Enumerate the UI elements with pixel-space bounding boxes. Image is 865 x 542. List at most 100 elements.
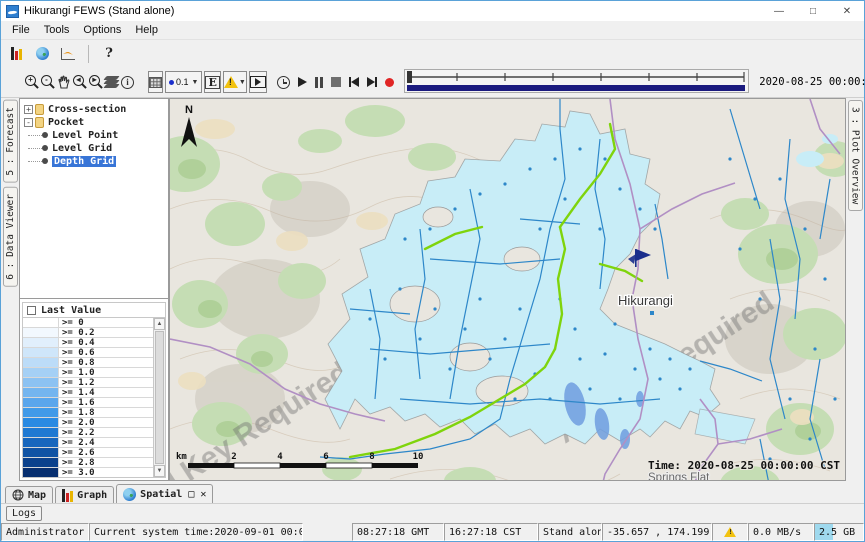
folder-icon — [35, 104, 44, 115]
minimize-button[interactable]: — — [762, 1, 796, 21]
legend-row[interactable]: >= 2.4 — [23, 438, 153, 448]
tree-expander-icon[interactable]: + — [24, 105, 33, 114]
menu-options[interactable]: Options — [76, 24, 128, 36]
town-point — [650, 311, 654, 315]
zoom-out-icon[interactable]: - — [41, 71, 55, 93]
tree-item-cross-section[interactable]: +Cross-section — [24, 103, 168, 115]
toolbar-separator — [88, 45, 89, 63]
tab-plot-overview[interactable]: 3 : Plot Overview — [848, 100, 863, 211]
legend-swatch — [23, 408, 59, 417]
tab-forecast[interactable]: 5 : Forecast — [3, 100, 18, 183]
stop-icon[interactable] — [331, 71, 341, 93]
main-toolbar: ? — [1, 40, 864, 67]
menu-tools[interactable]: Tools — [37, 24, 77, 36]
time-slider[interactable] — [404, 69, 749, 96]
legend-label: >= 0.6 — [59, 348, 153, 357]
menu-file[interactable]: File — [5, 24, 37, 36]
status-warning-cell[interactable] — [712, 523, 748, 541]
logs-button[interactable]: Logs — [6, 506, 42, 521]
legend-row[interactable]: >= 1.6 — [23, 398, 153, 408]
logs-row: Logs — [1, 503, 864, 523]
legend-row[interactable]: >= 2.8 — [23, 458, 153, 468]
legend-row[interactable]: >= 0.8 — [23, 358, 153, 368]
svg-text:10: 10 — [413, 452, 424, 462]
legend-row[interactable]: >= 1.0 — [23, 368, 153, 378]
legend-scrollbar[interactable]: ▲ ▼ — [153, 318, 165, 477]
pan-hand-icon[interactable] — [57, 71, 71, 93]
legend-swatch — [23, 318, 59, 327]
help-button[interactable]: ? — [98, 43, 120, 65]
status-local-time: 16:27:18 CST — [444, 523, 538, 541]
tree-item-depth-grid[interactable]: Depth Grid — [24, 155, 168, 167]
tree-expander-icon[interactable]: - — [24, 118, 33, 127]
play-icon[interactable] — [298, 71, 307, 93]
legend-row[interactable]: >= 2.2 — [23, 428, 153, 438]
globe-icon[interactable] — [31, 43, 53, 65]
legend-row[interactable]: >= 0.6 — [23, 348, 153, 358]
zoom-previous-icon[interactable]: ◂ — [73, 71, 87, 93]
info-icon[interactable]: i — [121, 71, 134, 93]
scroll-thumb[interactable] — [155, 331, 164, 464]
legend-row[interactable]: >= 0.4 — [23, 338, 153, 348]
tab-data-viewer[interactable]: 6 : Data Viewer — [3, 187, 18, 287]
right-tab-strip: 3 : Plot Overview — [846, 98, 864, 484]
database-bars-icon[interactable] — [5, 43, 27, 65]
set-time-icon[interactable] — [277, 71, 290, 93]
threshold-dropdown[interactable]: 0.1 ▼ — [165, 71, 202, 93]
legend-row[interactable]: >= 2.6 — [23, 448, 153, 458]
step-back-icon[interactable] — [349, 71, 359, 93]
grid-icon[interactable] — [148, 71, 163, 93]
legend-row[interactable]: >= 2.0 — [23, 418, 153, 428]
pause-icon[interactable] — [315, 71, 324, 93]
legend-label: >= 2.0 — [59, 418, 153, 427]
window-title: Hikurangi FEWS (Stand alone) — [24, 5, 174, 17]
tab-map[interactable]: Map — [5, 486, 53, 503]
legend-swatch — [23, 348, 59, 357]
animation-icon[interactable] — [249, 71, 267, 93]
status-memory[interactable]: 2.5 GB — [814, 523, 864, 541]
tab-maximize-icon[interactable]: □ — [188, 489, 194, 500]
legend-row[interactable]: >= 1.4 — [23, 388, 153, 398]
legend-row[interactable]: >= 0 — [23, 318, 153, 328]
menu-help[interactable]: Help — [128, 24, 165, 36]
last-value-checkbox[interactable] — [27, 306, 36, 315]
legend-swatch — [23, 448, 59, 457]
warning-icon[interactable]: ▼ — [223, 71, 247, 93]
maximize-button[interactable]: □ — [796, 1, 830, 21]
tab-spatial[interactable]: Spatial □ ✕ — [116, 484, 213, 503]
legend-list: >= 0>= 0.2>= 0.4>= 0.6>= 0.8>= 1.0>= 1.2… — [23, 318, 153, 477]
layers-icon[interactable] — [105, 71, 119, 93]
tree-item-level-point[interactable]: Level Point — [24, 129, 168, 141]
zoom-in-icon[interactable]: + — [25, 71, 39, 93]
zoom-next-icon[interactable]: ▸ — [89, 71, 103, 93]
legend-label: >= 1.6 — [59, 398, 153, 407]
legend-label: >= 2.4 — [59, 438, 153, 447]
spatial-map[interactable]: API Key Required API Key Required — [169, 98, 846, 481]
legend-row[interactable]: >= 1.8 — [23, 408, 153, 418]
tree-item-pocket[interactable]: -Pocket — [24, 116, 168, 128]
tab-graph[interactable]: Graph — [55, 486, 114, 503]
legend-box-icon[interactable]: E — [204, 71, 220, 93]
legend-row[interactable]: >= 3.0 — [23, 468, 153, 477]
node-bullet-icon — [42, 132, 48, 138]
legend-label: >= 3.0 — [59, 468, 153, 477]
scroll-down-icon[interactable]: ▼ — [154, 465, 165, 477]
left-tab-strip: 5 : Forecast 6 : Data Viewer — [1, 98, 19, 484]
folder-icon — [35, 117, 44, 128]
step-forward-icon[interactable] — [367, 71, 377, 93]
legend-label: >= 1.2 — [59, 378, 153, 387]
tree-item-level-grid[interactable]: Level Grid — [24, 142, 168, 154]
legend-row[interactable]: >= 1.2 — [23, 378, 153, 388]
record-icon[interactable] — [385, 71, 394, 93]
close-button[interactable]: ✕ — [830, 1, 864, 21]
status-coordinates: -35.657 , 174.199 — [602, 523, 712, 541]
legend-label: >= 0.8 — [59, 358, 153, 367]
svg-text:km: km — [176, 452, 187, 462]
tree-guide-line — [28, 135, 42, 136]
tab-close-icon[interactable]: ✕ — [200, 489, 206, 500]
legend-swatch — [23, 328, 59, 337]
timeseries-icon[interactable] — [57, 43, 79, 65]
legend-panel: Last Value >= 0>= 0.2>= 0.4>= 0.6>= 0.8>… — [20, 299, 168, 480]
scroll-up-icon[interactable]: ▲ — [154, 318, 165, 330]
legend-row[interactable]: >= 0.2 — [23, 328, 153, 338]
